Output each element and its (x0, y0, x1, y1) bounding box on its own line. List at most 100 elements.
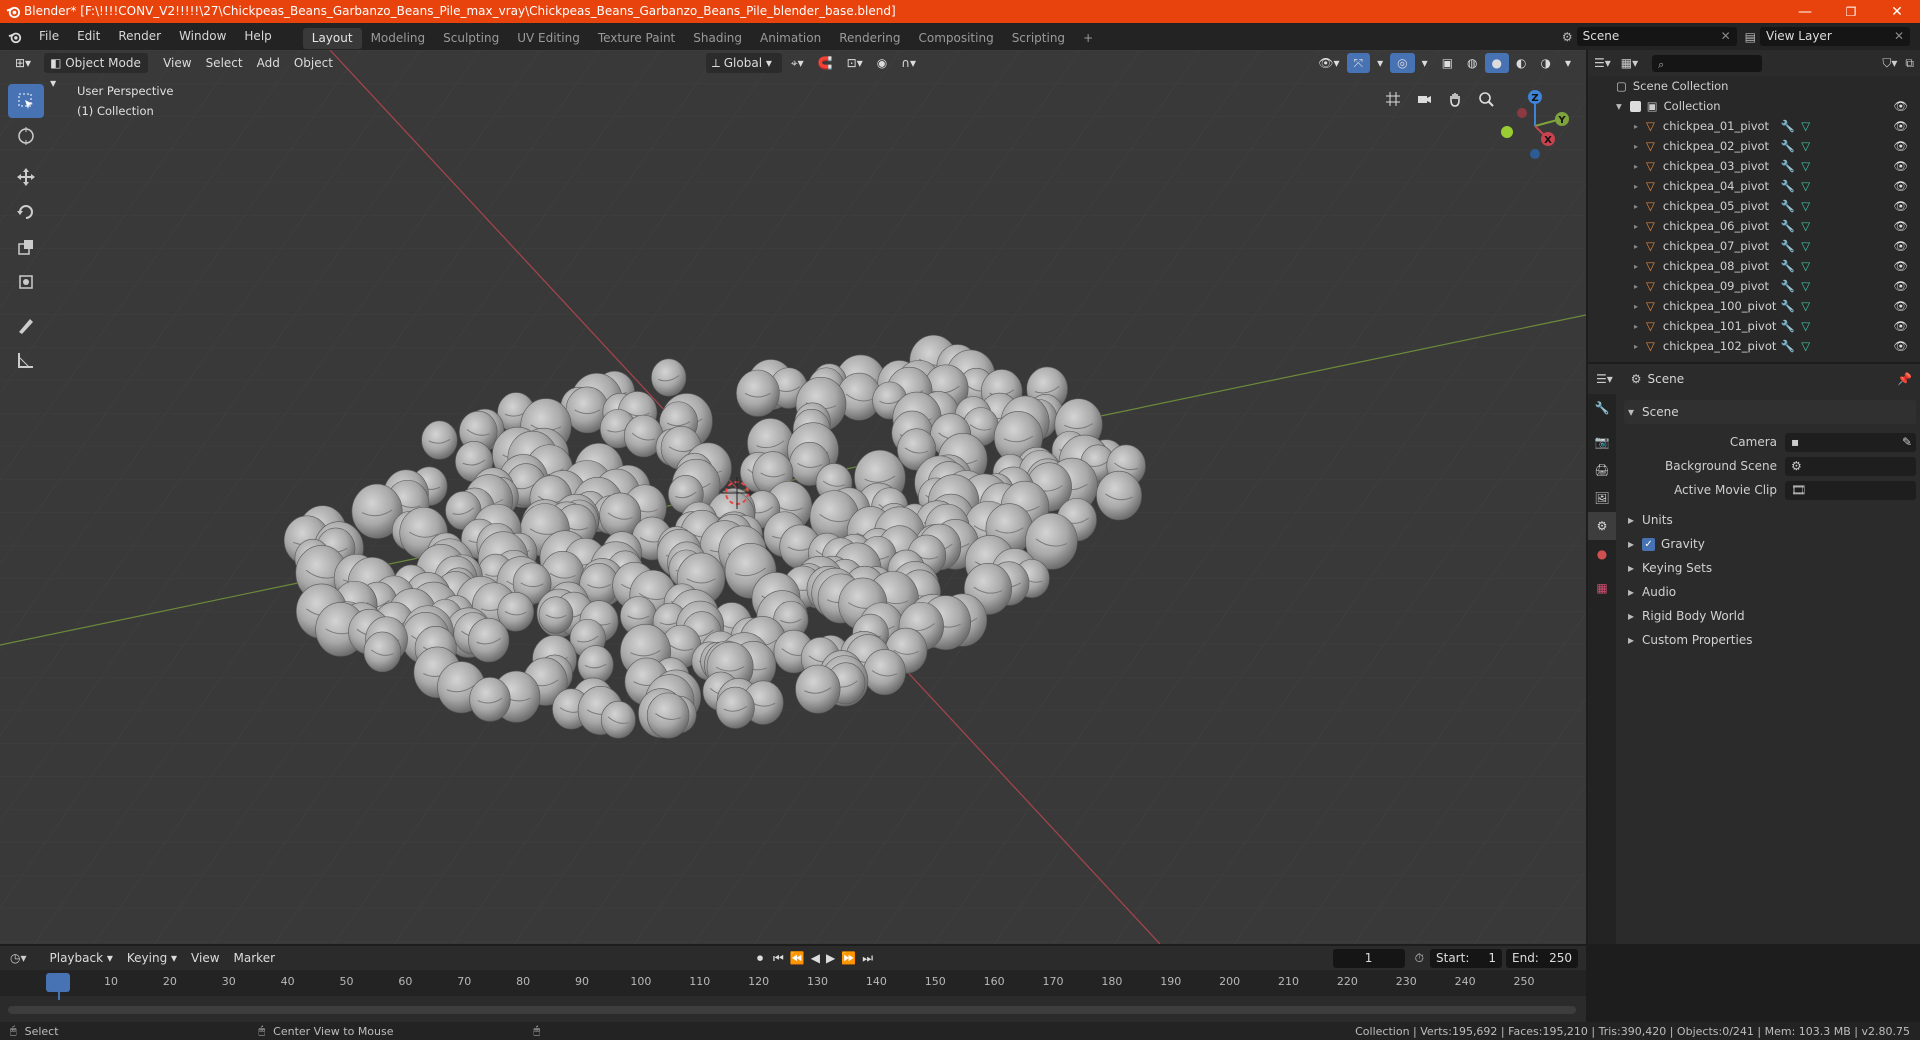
collection-checkbox[interactable] (1629, 100, 1641, 112)
tab-sculpting[interactable]: Sculpting (434, 28, 508, 49)
menu-edit[interactable]: Edit (68, 23, 109, 50)
properties-editor-icon[interactable]: ☰▾ (1596, 372, 1613, 386)
visibility-eye-icon[interactable]: 👁 (1893, 199, 1908, 213)
outliner-object-row[interactable]: ▸ ▽ chickpea_04_pivot 🔧 ▽ 👁 (1588, 176, 1920, 196)
gizmo-toggle-icon[interactable]: ⤧ (1346, 53, 1371, 73)
material-shading-icon[interactable]: ◐ (1509, 53, 1533, 73)
expand-arrow-icon[interactable]: ▸ (1634, 202, 1638, 211)
visibility-eye-icon[interactable]: 👁 (1893, 299, 1908, 313)
outliner-object-row[interactable]: ▸ ▽ chickpea_01_pivot 🔧 ▽ 👁 (1588, 116, 1920, 136)
playhead[interactable] (46, 973, 70, 992)
pin-icon[interactable]: 📌 (1897, 372, 1912, 386)
tab-animation[interactable]: Animation (751, 28, 830, 49)
visibility-eye-icon[interactable]: 👁 (1893, 139, 1908, 153)
prev-keyframe-icon[interactable]: ⏪ (790, 951, 805, 965)
mesh-data-icon[interactable]: ▽ (1801, 279, 1810, 293)
outliner-object-row[interactable]: ▸ ▽ chickpea_101_pivot 🔧 ▽ 👁 (1588, 316, 1920, 336)
visibility-eye-icon[interactable]: 👁 (1893, 159, 1908, 173)
mesh-data-icon[interactable]: ▽ (1801, 259, 1810, 273)
tab-modeling[interactable]: Modeling (362, 28, 435, 49)
transform-orientation-select[interactable]: ⟂ Global ▾ (705, 53, 782, 73)
tab-uv-editing[interactable]: UV Editing (508, 28, 589, 49)
pivot-point-icon[interactable]: ⌖▾ (784, 53, 811, 73)
outliner-scene-collection[interactable]: ▢ Scene Collection (1588, 76, 1920, 96)
visibility-eye-icon[interactable]: 👁 (1893, 339, 1908, 353)
world-tab-icon[interactable]: ● (1588, 540, 1616, 568)
camera-view-icon[interactable] (1411, 86, 1437, 112)
close-button[interactable]: ✕ (1874, 0, 1920, 23)
navigation-gizmo[interactable]: Z Y X (1495, 86, 1575, 166)
menu-timeline-view[interactable]: View (184, 948, 226, 968)
expand-arrow-icon[interactable]: ▸ (1634, 262, 1638, 271)
modifier-icon[interactable]: 🔧 (1781, 279, 1795, 293)
visibility-eye-icon[interactable]: 👁 (1893, 239, 1908, 253)
background-scene-field[interactable]: ⚙ (1785, 456, 1916, 476)
camera-field[interactable]: ▪ ✎ (1785, 432, 1916, 452)
modifier-icon[interactable]: 🔧 (1781, 299, 1795, 313)
menu-file[interactable]: File (30, 23, 68, 50)
play-reverse-icon[interactable]: ◀ (811, 951, 820, 965)
render-tab-icon[interactable]: 📷 (1588, 428, 1616, 456)
overlay-menu-icon[interactable]: ▾ (1415, 53, 1435, 73)
expand-arrow-icon[interactable]: ▸ (1634, 242, 1638, 251)
end-frame-field[interactable]: End: 250 (1506, 948, 1578, 968)
frame-ruler[interactable]: 1102030405060708090100110120130140150160… (0, 970, 1586, 1000)
tab-layout[interactable]: Layout (302, 27, 362, 49)
maximize-button[interactable]: ❐ (1828, 0, 1874, 23)
expand-arrow-icon[interactable]: ▸ (1634, 182, 1638, 191)
texture-tab-icon[interactable]: ▦ (1588, 574, 1616, 602)
measure-tool[interactable] (8, 343, 44, 377)
visibility-eye-icon[interactable]: 👁 (1893, 279, 1908, 293)
modifier-icon[interactable]: 🔧 (1781, 139, 1795, 153)
expand-arrow-icon[interactable]: ▸ (1634, 222, 1638, 231)
eyedropper-icon[interactable]: ✎ (1902, 435, 1912, 449)
modifier-icon[interactable]: 🔧 (1781, 219, 1795, 233)
view-layer-remove-icon[interactable]: ✕ (1894, 27, 1904, 46)
tab-rendering[interactable]: Rendering (830, 28, 909, 49)
editor-type-icon[interactable]: ⊞▾ (8, 53, 38, 73)
mesh-data-icon[interactable]: ▽ (1801, 159, 1810, 173)
tab-shading[interactable]: Shading (684, 28, 751, 49)
transform-tool[interactable] (8, 265, 44, 299)
mesh-data-icon[interactable]: ▽ (1801, 199, 1810, 213)
expand-arrow-icon[interactable]: ▸ (1634, 322, 1638, 331)
cursor-tool[interactable] (8, 119, 44, 153)
next-keyframe-icon[interactable]: ⏩ (841, 951, 856, 965)
modifier-icon[interactable]: 🔧 (1781, 199, 1795, 213)
menu-select[interactable]: Select (199, 53, 250, 73)
tool-tab-icon[interactable]: 🔧 (1588, 394, 1616, 422)
solid-shading-icon[interactable]: ● (1484, 53, 1509, 73)
menu-render[interactable]: Render (109, 23, 170, 50)
start-frame-field[interactable]: Start: 1 (1430, 948, 1502, 968)
expand-arrow-icon[interactable]: ▸ (1634, 342, 1638, 351)
snap-icon[interactable]: 🧲 (811, 53, 840, 73)
zoom-view-icon[interactable] (1473, 86, 1499, 112)
scene-remove-icon[interactable]: ✕ (1721, 27, 1731, 46)
gravity-checkbox[interactable]: ✓ (1642, 537, 1656, 551)
tab-compositing[interactable]: Compositing (909, 28, 1002, 49)
menu-add[interactable]: Add (250, 53, 287, 73)
view-layer-tab-icon[interactable]: 🖼 (1588, 484, 1616, 512)
collapse-chevron-icon[interactable]: ▾ (1616, 99, 1622, 113)
scene-selector[interactable]: ⚙ Scene ✕ (1562, 27, 1737, 46)
minimize-button[interactable]: — (1782, 0, 1828, 23)
visibility-eye-icon[interactable]: 👁 (1893, 259, 1908, 273)
snap-target-icon[interactable]: ⊡▾ (840, 53, 870, 73)
visibility-eye-icon[interactable]: 👁 (1893, 319, 1908, 333)
xray-icon[interactable]: ▣ (1435, 53, 1460, 73)
select-box-tool[interactable] (8, 84, 44, 118)
shading-menu-icon[interactable]: ▾ (1558, 53, 1578, 73)
visibility-icon[interactable]: 👁▾ (1311, 53, 1346, 73)
wireframe-shading-icon[interactable]: ◍ (1460, 53, 1484, 73)
mode-selector[interactable]: ◧ Object Mode ▾ (44, 53, 149, 90)
expand-arrow-icon[interactable]: ▸ (1634, 162, 1638, 171)
outliner-object-row[interactable]: ▸ ▽ chickpea_07_pivot 🔧 ▽ 👁 (1588, 236, 1920, 256)
modifier-icon[interactable]: 🔧 (1781, 179, 1795, 193)
outliner-object-row[interactable]: ▸ ▽ chickpea_08_pivot 🔧 ▽ 👁 (1588, 256, 1920, 276)
current-frame-field[interactable]: 1 (1332, 948, 1405, 968)
filter-icon[interactable]: ⛉▾ (1882, 56, 1897, 71)
display-mode-icon[interactable]: ▦▾ (1621, 56, 1638, 70)
play-icon[interactable]: ▶ (826, 951, 835, 965)
visibility-eye-icon[interactable]: 👁 (1893, 179, 1908, 193)
units-panel[interactable]: ▸ Units (1624, 508, 1916, 532)
